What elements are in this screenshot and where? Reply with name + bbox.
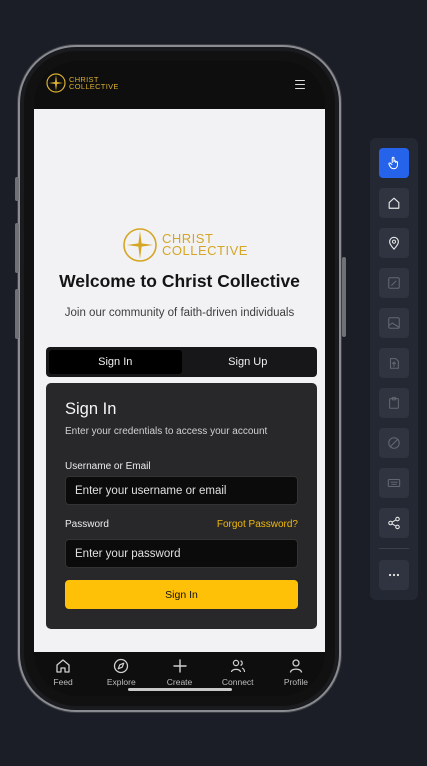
more-tool-button[interactable] <box>379 560 409 590</box>
erase-tool-button[interactable] <box>379 428 409 458</box>
location-tool-button[interactable] <box>379 228 409 258</box>
phone-frame: CHRIST COLLECTIVE CHRIST COLLECTIVE Welc… <box>15 45 346 712</box>
sign-in-subtitle: Enter your credentials to access your ac… <box>65 426 268 437</box>
share-tool-button[interactable] <box>379 508 409 538</box>
tool-divider <box>379 548 409 549</box>
export-icon <box>389 358 399 369</box>
user-icon <box>289 659 303 673</box>
image-icon <box>388 317 400 329</box>
pointer-icon <box>388 156 399 170</box>
edit-icon <box>388 277 400 289</box>
header-logo[interactable]: CHRIST COLLECTIVE <box>46 73 119 93</box>
erase-icon <box>388 437 400 449</box>
password-input[interactable] <box>65 539 298 568</box>
nav-item-feed[interactable]: Feed <box>34 652 92 696</box>
tool-rail <box>370 138 418 600</box>
plus-icon <box>172 659 187 673</box>
header-logo-text: CHRIST COLLECTIVE <box>69 76 119 91</box>
nav-label-create: Create <box>166 677 193 687</box>
username-label: Username or Email <box>65 461 151 472</box>
forgot-password-link[interactable]: Forgot Password? <box>217 519 298 530</box>
tab-sign-up[interactable]: Sign Up <box>182 350 315 374</box>
tagline: Join our community of faith-driven indiv… <box>64 307 295 319</box>
image-tool-button[interactable] <box>379 308 409 338</box>
compass-icon <box>114 658 129 674</box>
password-label: Password <box>65 519 109 530</box>
volume-down-button <box>15 289 19 339</box>
username-input[interactable] <box>65 476 298 505</box>
phone-screen: CHRIST COLLECTIVE CHRIST COLLECTIVE Welc… <box>34 61 325 696</box>
nav-label-profile: Profile <box>283 677 308 687</box>
keyboard-tool-button[interactable] <box>379 468 409 498</box>
clipboard-tool-button[interactable] <box>379 388 409 418</box>
cross-star-logo-icon <box>123 228 157 262</box>
header-logo-line2: COLLECTIVE <box>69 82 119 91</box>
welcome-title: Welcome to Christ Collective <box>59 271 300 291</box>
brand-logo: CHRIST COLLECTIVE <box>122 227 248 263</box>
nav-label-connect: Connect <box>221 677 254 687</box>
home-icon <box>56 659 70 673</box>
brand-logo-text: CHRIST COLLECTIVE <box>162 232 248 258</box>
users-icon <box>230 659 245 673</box>
mute-switch <box>15 177 19 201</box>
clipboard-icon <box>389 396 399 409</box>
home-tool-button[interactable] <box>379 188 409 218</box>
nav-item-profile[interactable]: Profile <box>267 652 325 696</box>
home-icon <box>388 197 400 209</box>
cross-star-logo-icon <box>46 73 66 93</box>
home-indicator <box>128 688 232 691</box>
nav-label-feed: Feed <box>53 677 73 687</box>
export-tool-button[interactable] <box>379 348 409 378</box>
sign-in-button[interactable]: Sign In <box>65 580 298 609</box>
app-header: CHRIST COLLECTIVE <box>34 61 325 109</box>
keyboard-icon <box>387 478 401 488</box>
sign-in-title: Sign In <box>65 400 117 418</box>
power-button <box>342 257 346 337</box>
pointer-tool-button[interactable] <box>379 148 409 178</box>
more-icon <box>388 573 400 577</box>
nav-label-explore: Explore <box>106 677 136 687</box>
volume-up-button <box>15 223 19 273</box>
edit-tool-button[interactable] <box>379 268 409 298</box>
share-icon <box>388 516 400 530</box>
main-content: CHRIST COLLECTIVE Welcome to Christ Coll… <box>34 109 325 652</box>
sign-in-card: Sign In Enter your credentials to access… <box>46 383 317 629</box>
brand-logo-line2: COLLECTIVE <box>162 243 248 258</box>
tab-sign-in[interactable]: Sign In <box>49 350 182 374</box>
location-pin-icon <box>389 236 399 250</box>
hamburger-menu-icon[interactable] <box>295 80 305 89</box>
auth-tabs: Sign In Sign Up <box>46 347 317 377</box>
